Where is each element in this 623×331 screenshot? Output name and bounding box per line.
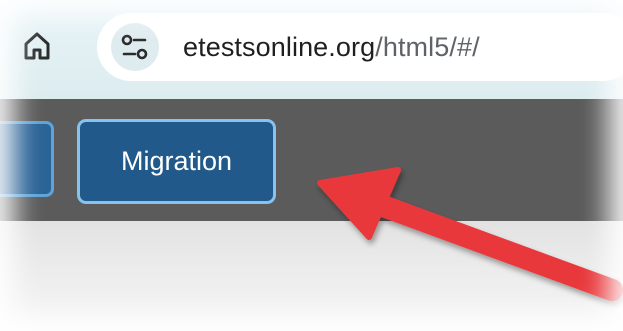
home-icon <box>24 32 50 60</box>
previous-nav-button[interactable] <box>0 121 54 197</box>
url-text[interactable]: etestsonline.org/html5/#/ <box>183 30 480 64</box>
screenshot-canvas: etestsonline.org/html5/#/ Migration <box>0 0 623 331</box>
home-button[interactable] <box>22 30 52 62</box>
migration-button[interactable]: Migration <box>77 119 276 204</box>
address-bar[interactable]: etestsonline.org/html5/#/ <box>97 13 623 81</box>
browser-toolbar: etestsonline.org/html5/#/ <box>0 0 623 99</box>
url-host: etestsonline.org <box>183 32 376 62</box>
page-content-area <box>0 221 623 331</box>
url-path: /html5/#/ <box>375 32 480 62</box>
tune-icon <box>121 34 148 60</box>
app-nav-bar: Migration <box>0 99 623 221</box>
site-info-button[interactable] <box>111 23 159 71</box>
